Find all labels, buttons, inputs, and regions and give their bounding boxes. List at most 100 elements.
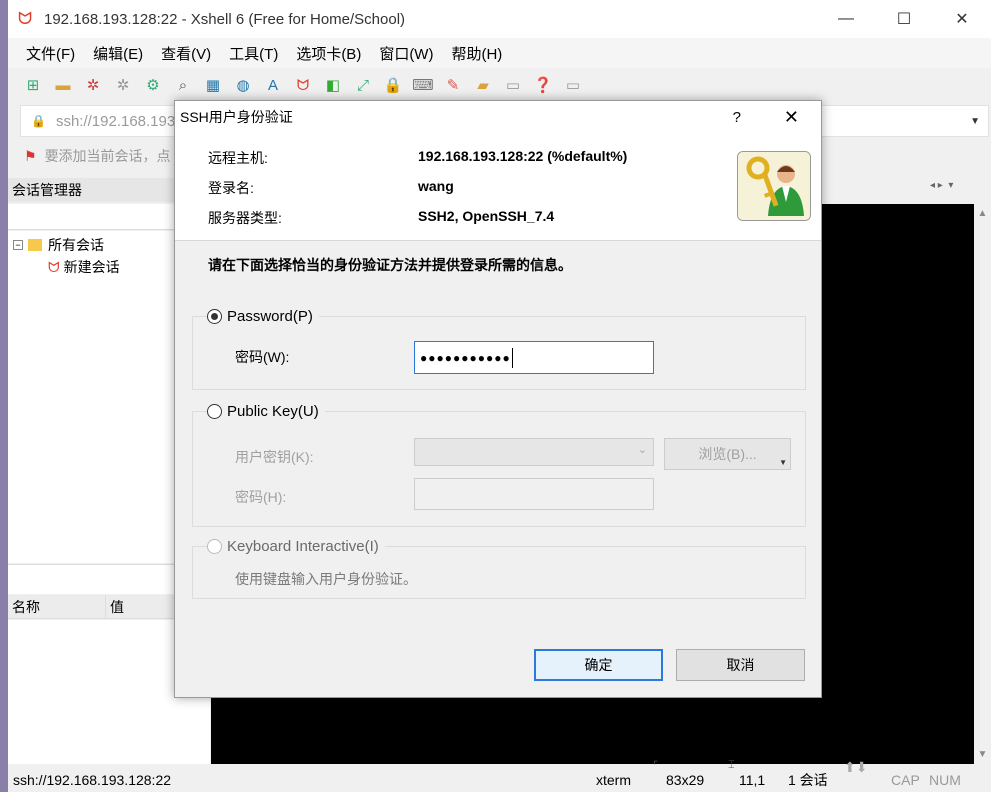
- user-key-icon: [737, 151, 811, 221]
- chevron-down-icon[interactable]: ▼: [970, 116, 980, 127]
- open-folder-icon[interactable]: ▬: [52, 74, 74, 96]
- layout-icon[interactable]: ▦: [202, 74, 224, 96]
- server-value: SSH2, OpenSSH_7.4: [418, 208, 555, 224]
- connection-info: 远程主机: 192.168.193.128:22 (%default%) 登录名…: [175, 133, 821, 241]
- password-label: 密码(W):: [235, 349, 290, 365]
- globe-icon[interactable]: ◍: [232, 74, 254, 96]
- highlight-icon[interactable]: ✎: [442, 74, 464, 96]
- col-value[interactable]: 值: [106, 595, 124, 618]
- tree-node-all-sessions[interactable]: − 所有会话: [13, 235, 104, 255]
- status-size: 83x29: [666, 771, 705, 788]
- disconnect-icon[interactable]: ✲: [112, 74, 134, 96]
- menu-bar: 文件(F) 编辑(E) 查看(V) 工具(T) 选项卡(B) 窗口(W) 帮助(…: [8, 38, 991, 68]
- maximize-button[interactable]: ☐: [875, 0, 933, 38]
- password-value: ●●●●●●●●●●●: [420, 350, 511, 365]
- dialog-title-bar: SSH用户身份验证 ? ✕: [175, 101, 821, 133]
- panel-icon[interactable]: ▭: [502, 74, 524, 96]
- find-icon[interactable]: ⌕: [172, 74, 194, 96]
- status-term: xterm: [596, 771, 631, 788]
- passphrase-input[interactable]: [414, 478, 654, 510]
- userkey-select[interactable]: ⌄: [414, 438, 654, 466]
- cancel-button[interactable]: 取消: [676, 649, 805, 681]
- keyboard-icon[interactable]: ⌨: [412, 74, 434, 96]
- reconnect-icon[interactable]: ✲: [82, 74, 104, 96]
- user-value: wang: [418, 178, 454, 194]
- session-manager-title: 会话管理器: [12, 182, 82, 198]
- instruction-text: 请在下面选择恰当的身份验证方法并提供登录所需的信息。: [208, 257, 572, 273]
- help-button[interactable]: ?: [733, 109, 741, 126]
- status-url: ssh://192.168.193.128:22: [13, 771, 172, 788]
- xshell-logo-icon: ᗢ: [48, 258, 60, 275]
- tab-scroll-arrows[interactable]: ◂ ▸ ▾: [930, 180, 953, 191]
- host-value: 192.168.193.128:22 (%default%): [418, 148, 628, 164]
- lock-icon: 🔒: [31, 114, 46, 128]
- xshell-logo-icon: ᗢ: [18, 9, 33, 28]
- add-folder-icon[interactable]: ▰: [472, 74, 494, 96]
- cursor-icon: ⌶: [728, 759, 735, 771]
- host-label: 远程主机:: [208, 150, 268, 166]
- bookmark-icon: ⚑: [24, 147, 37, 164]
- kbd-radio[interactable]: Keyboard Interactive(I): [207, 538, 385, 555]
- ssh-auth-dialog: SSH用户身份验证 ? ✕ 远程主机: 192.168.193.128:22 (…: [174, 100, 822, 698]
- close-button[interactable]: ✕: [933, 0, 991, 38]
- password-option-label: Password(P): [227, 308, 313, 325]
- ok-button[interactable]: 确定: [534, 649, 663, 681]
- password-input[interactable]: ●●●●●●●●●●●: [414, 341, 654, 374]
- password-radio[interactable]: Password(P): [207, 308, 319, 325]
- menu-view[interactable]: 查看(V): [161, 43, 211, 64]
- chat-icon[interactable]: ▭: [562, 74, 584, 96]
- dialog-title: SSH用户身份验证: [180, 109, 293, 125]
- xshell-icon[interactable]: ᗢ: [292, 74, 314, 96]
- status-num: NUM: [929, 771, 961, 788]
- window-title: 192.168.193.128:22 - Xshell 6 (Free for …: [44, 10, 406, 28]
- kbd-option-label: Keyboard Interactive(I): [227, 538, 379, 555]
- userkey-label: 用户密钥(K):: [235, 449, 314, 465]
- toolbar: ⊞ ▬ ✲ ✲ ⚙ ⌕ ▦ ◍ A ᗢ ◧ ⤢ 🔒 ⌨ ✎ ▰ ▭ ❓ ▭: [8, 68, 991, 102]
- minimize-button[interactable]: —: [817, 0, 875, 38]
- tree-node-new-session[interactable]: ᗢ 新建会话: [48, 257, 120, 277]
- tree-label: 所有会话: [48, 237, 104, 253]
- fullscreen-icon[interactable]: ⤢: [352, 74, 374, 96]
- address-text: ssh://192.168.193: [55, 112, 176, 130]
- size-icon: ⌜: [653, 760, 659, 772]
- browse-button[interactable]: 浏览(B)... ▼: [664, 438, 791, 470]
- dialog-close-button[interactable]: ✕: [784, 107, 799, 128]
- kbd-description: 使用键盘输入用户身份验证。: [235, 571, 417, 587]
- title-bar: ᗢ 192.168.193.128:22 - Xshell 6 (Free fo…: [8, 0, 991, 38]
- radio-checked-icon[interactable]: [207, 309, 222, 324]
- dropdown-arrow-icon: ▼: [779, 458, 787, 467]
- lock-icon[interactable]: 🔒: [382, 74, 404, 96]
- xftp-icon[interactable]: ◧: [322, 74, 344, 96]
- menu-help[interactable]: 帮助(H): [451, 43, 502, 64]
- ok-label: 确定: [584, 657, 613, 673]
- status-cap: CAP: [891, 771, 920, 788]
- hint-text: 要添加当前会话，点: [44, 148, 171, 164]
- tree-label: 新建会话: [63, 259, 120, 275]
- menu-edit[interactable]: 编辑(E): [93, 43, 143, 64]
- passphrase-label: 密码(H):: [235, 489, 287, 505]
- pubkey-radio[interactable]: Public Key(U): [207, 403, 325, 420]
- menu-file[interactable]: 文件(F): [26, 43, 75, 64]
- properties-icon[interactable]: ⚙: [142, 74, 164, 96]
- help-icon[interactable]: ❓: [532, 74, 554, 96]
- radio-disabled-icon[interactable]: [207, 539, 222, 554]
- chevron-down-icon: ⌄: [637, 444, 647, 456]
- status-pos: 11,1: [739, 771, 766, 788]
- arrows-icon[interactable]: ⬆⬇: [844, 759, 867, 776]
- menu-tabs[interactable]: 选项卡(B): [296, 43, 361, 64]
- col-name[interactable]: 名称: [8, 595, 106, 618]
- font-icon[interactable]: A: [262, 74, 284, 96]
- status-sessions: 1 会话: [788, 771, 828, 788]
- terminal-scrollbar[interactable]: ▲ ▼: [974, 204, 991, 764]
- server-label: 服务器类型:: [208, 210, 282, 226]
- status-bar: ssh://192.168.193.128:22 xterm ⌜ 83x29 ⌶…: [8, 759, 991, 792]
- radio-unchecked-icon[interactable]: [207, 404, 222, 419]
- pubkey-option-label: Public Key(U): [227, 403, 319, 420]
- menu-window[interactable]: 窗口(W): [379, 43, 433, 64]
- menu-tools[interactable]: 工具(T): [229, 43, 278, 64]
- user-label: 登录名:: [208, 180, 254, 196]
- collapse-icon[interactable]: −: [13, 240, 23, 250]
- browse-label: 浏览(B)...: [698, 446, 757, 462]
- new-session-icon[interactable]: ⊞: [22, 74, 44, 96]
- cancel-label: 取消: [726, 657, 755, 673]
